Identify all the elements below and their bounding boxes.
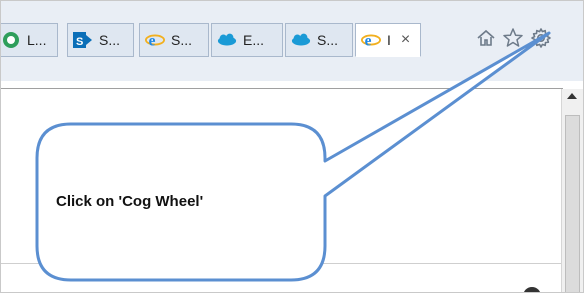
browser-window: L... S S... e S... E... S... e I × Click… <box>0 0 584 293</box>
callout-text: Click on 'Cog Wheel' <box>56 193 204 210</box>
callout-bubble <box>35 31 551 282</box>
